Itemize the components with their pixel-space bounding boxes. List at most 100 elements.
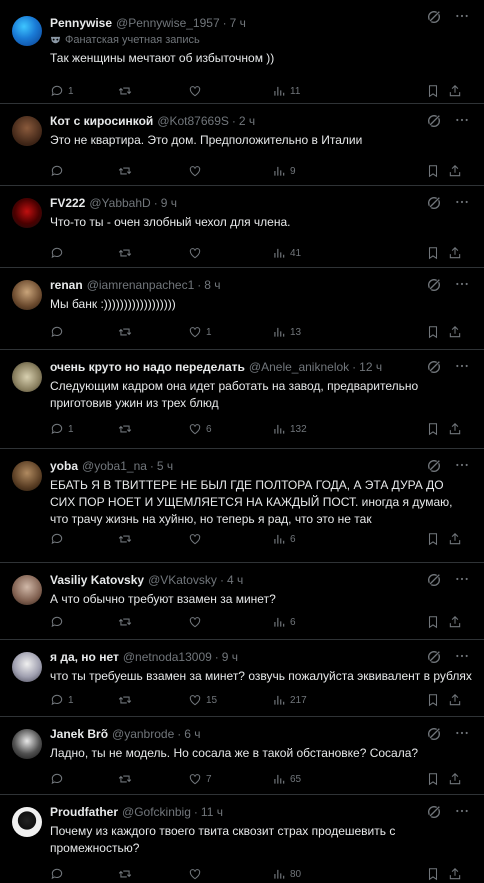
timestamp[interactable]: 7 ч — [230, 14, 246, 32]
author-name[interactable]: Pennywise — [50, 14, 112, 32]
grok-icon[interactable] — [426, 113, 442, 129]
author-handle[interactable]: @netnoda13009 — [123, 648, 212, 666]
more-options-icon[interactable] — [454, 457, 470, 473]
bookmark-button[interactable] — [426, 323, 440, 341]
share-button[interactable] — [448, 244, 462, 262]
tweet[interactable]: Vasiliy Katovsky @VKatovsky · 4 ч А что … — [0, 563, 484, 640]
avatar[interactable] — [12, 807, 42, 837]
reply-button[interactable]: 1 — [50, 420, 74, 438]
avatar[interactable] — [12, 116, 42, 146]
avatar[interactable] — [12, 362, 42, 392]
share-button[interactable] — [448, 82, 462, 100]
like-button[interactable] — [188, 865, 202, 883]
views-button[interactable]: 11 — [272, 82, 300, 100]
more-options-icon[interactable] — [454, 725, 470, 741]
bookmark-button[interactable] — [426, 691, 440, 709]
author-name[interactable]: FV222 — [50, 194, 85, 212]
share-button[interactable] — [448, 162, 462, 180]
bookmark-button[interactable] — [426, 865, 440, 883]
grok-icon[interactable] — [426, 572, 442, 588]
avatar[interactable] — [12, 280, 42, 310]
views-button[interactable]: 217 — [272, 691, 307, 709]
author-name[interactable]: renan — [50, 276, 83, 294]
retweet-button[interactable] — [118, 420, 132, 438]
grok-icon[interactable] — [426, 726, 442, 742]
more-options-icon[interactable] — [454, 276, 470, 292]
grok-icon[interactable] — [426, 458, 442, 474]
author-handle[interactable]: @Anele_aniknelok — [249, 358, 349, 376]
retweet-button[interactable] — [118, 613, 132, 631]
author-handle[interactable]: @yanbrode — [112, 725, 174, 743]
author-handle[interactable]: @YabbahD — [89, 194, 150, 212]
tweet[interactable]: renan @iamrenanpachec1 · 8 ч Мы банк :))… — [0, 268, 484, 350]
bookmark-button[interactable] — [426, 82, 440, 100]
timestamp[interactable]: 5 ч — [157, 457, 173, 475]
retweet-button[interactable] — [118, 865, 132, 883]
like-button[interactable] — [188, 613, 202, 631]
grok-icon[interactable] — [426, 277, 442, 293]
bookmark-button[interactable] — [426, 613, 440, 631]
retweet-button[interactable] — [118, 691, 132, 709]
tweet[interactable]: yoba @yoba1_na · 5 ч ЕБАТЬ Я В ТВИТТЕРЕ … — [0, 449, 484, 563]
author-name[interactable]: Кот с киросинкой — [50, 112, 153, 130]
share-button[interactable] — [448, 613, 462, 631]
reply-button[interactable] — [50, 770, 64, 788]
author-name[interactable]: yoba — [50, 457, 78, 475]
more-options-icon[interactable] — [454, 358, 470, 374]
retweet-button[interactable] — [118, 323, 132, 341]
author-name[interactable]: Proudfather — [50, 803, 118, 821]
share-button[interactable] — [448, 323, 462, 341]
timestamp[interactable]: 11 ч — [201, 803, 223, 821]
retweet-button[interactable] — [118, 244, 132, 262]
share-button[interactable] — [448, 420, 462, 438]
views-button[interactable]: 6 — [272, 530, 296, 548]
like-button[interactable] — [188, 82, 202, 100]
more-options-icon[interactable] — [454, 8, 470, 24]
reply-button[interactable] — [50, 244, 64, 262]
author-handle[interactable]: @Pennywise_1957 — [116, 14, 220, 32]
share-button[interactable] — [448, 691, 462, 709]
views-button[interactable]: 65 — [272, 770, 301, 788]
avatar[interactable] — [12, 575, 42, 605]
retweet-button[interactable] — [118, 82, 132, 100]
avatar[interactable] — [12, 652, 42, 682]
share-button[interactable] — [448, 530, 462, 548]
more-options-icon[interactable] — [454, 648, 470, 664]
grok-icon[interactable] — [426, 804, 442, 820]
reply-button[interactable]: 1 — [50, 691, 74, 709]
like-button[interactable]: 6 — [188, 420, 212, 438]
views-button[interactable]: 6 — [272, 613, 296, 631]
timestamp[interactable]: 12 ч — [359, 358, 382, 376]
like-button[interactable]: 1 — [188, 323, 212, 341]
like-button[interactable] — [188, 162, 202, 180]
tweet[interactable]: очень круто но надо переделать @Anele_an… — [0, 350, 484, 449]
reply-button[interactable] — [50, 865, 64, 883]
grok-icon[interactable] — [426, 195, 442, 211]
like-button[interactable]: 7 — [188, 770, 212, 788]
like-button[interactable] — [188, 530, 202, 548]
bookmark-button[interactable] — [426, 770, 440, 788]
grok-icon[interactable] — [426, 649, 442, 665]
author-handle[interactable]: @yoba1_na — [82, 457, 147, 475]
avatar[interactable] — [12, 729, 42, 759]
grok-icon[interactable] — [426, 9, 442, 25]
tweet[interactable]: я да, но нет @netnoda13009 · 9 ч что ты … — [0, 640, 484, 717]
author-name[interactable]: Vasiliy Katovsky — [50, 571, 144, 589]
tweet[interactable]: Pennywise @Pennywise_1957 · 7 ч Фанатска… — [0, 0, 484, 104]
more-options-icon[interactable] — [454, 803, 470, 819]
more-options-icon[interactable] — [454, 194, 470, 210]
timestamp[interactable]: 6 ч — [184, 725, 200, 743]
more-options-icon[interactable] — [454, 112, 470, 128]
reply-button[interactable] — [50, 613, 64, 631]
tweet[interactable]: Proudfather @Gofckinbig · 11 ч Почему из… — [0, 795, 484, 883]
author-handle[interactable]: @VKatovsky — [148, 571, 217, 589]
grok-icon[interactable] — [426, 359, 442, 375]
author-handle[interactable]: @Kot87669S — [157, 112, 229, 130]
retweet-button[interactable] — [118, 530, 132, 548]
views-button[interactable]: 80 — [272, 865, 301, 883]
more-options-icon[interactable] — [454, 571, 470, 587]
author-name[interactable]: я да, но нет — [50, 648, 119, 666]
reply-button[interactable] — [50, 162, 64, 180]
views-button[interactable]: 132 — [272, 420, 307, 438]
timestamp[interactable]: 9 ч — [222, 648, 238, 666]
